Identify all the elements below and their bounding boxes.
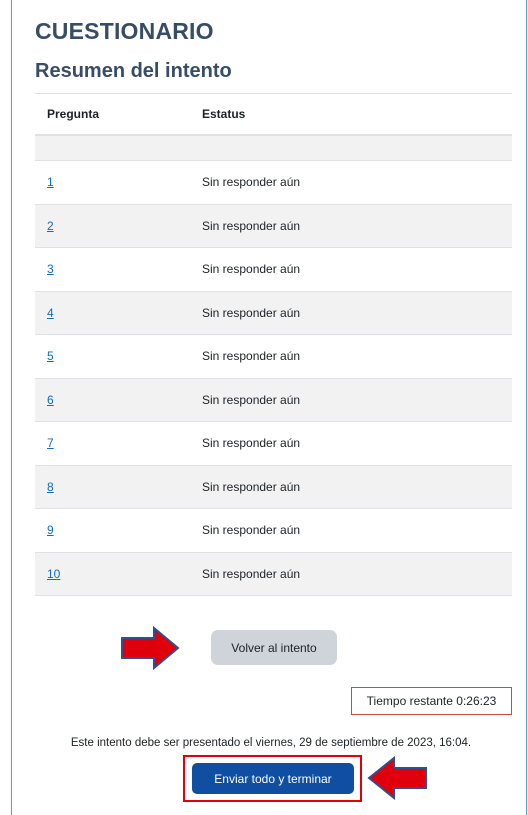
table-row: 8 Sin responder aún — [35, 465, 512, 509]
frame-border-left — [11, 0, 12, 815]
table-row: 10 Sin responder aún — [35, 552, 512, 596]
question-status: Sin responder aún — [202, 175, 301, 190]
table-row: 4 Sin responder aún — [35, 291, 512, 335]
table-row: 7 Sin responder aún — [35, 422, 512, 466]
time-remaining-label: Tiempo restante — [366, 694, 453, 708]
question-link-6[interactable]: 6 — [47, 393, 54, 407]
question-status: Sin responder aún — [202, 305, 301, 320]
deadline-notice: Este intento debe ser presentado el vier… — [70, 737, 472, 749]
question-status: Sin responder aún — [202, 479, 301, 494]
question-link-2[interactable]: 2 — [47, 219, 54, 233]
table-spacer-row — [35, 136, 512, 161]
question-link-10[interactable]: 10 — [47, 567, 60, 581]
question-status: Sin responder aún — [202, 218, 301, 233]
quiz-summary-page: CUESTIONARIO Resumen del intento Pregunt… — [0, 0, 528, 815]
table-row: 5 Sin responder aún — [35, 335, 512, 379]
question-link-3[interactable]: 3 — [47, 262, 54, 276]
return-to-attempt-button[interactable]: Volver al intento — [211, 630, 337, 665]
summary-table: Pregunta Estatus 1 Sin responder aún 2 S… — [35, 94, 512, 596]
question-status: Sin responder aún — [202, 392, 301, 407]
frame-border-right — [526, 0, 527, 815]
question-status: Sin responder aún — [202, 523, 301, 538]
table-row: 6 Sin responder aún — [35, 378, 512, 422]
attempt-summary-heading: Resumen del intento — [35, 60, 232, 82]
question-link-4[interactable]: 4 — [47, 306, 54, 320]
question-link-7[interactable]: 7 — [47, 436, 54, 450]
table-row: 1 Sin responder aún — [35, 161, 512, 205]
table-row: 9 Sin responder aún — [35, 509, 512, 553]
question-status: Sin responder aún — [202, 262, 301, 277]
time-remaining-box: Tiempo restante 0:26:23 — [351, 687, 512, 715]
question-link-1[interactable]: 1 — [47, 175, 54, 189]
question-link-9[interactable]: 9 — [47, 523, 54, 537]
column-header-status: Estatus — [202, 107, 246, 121]
question-link-5[interactable]: 5 — [47, 349, 54, 363]
column-header-question: Pregunta — [47, 107, 100, 121]
arrow-left-icon — [367, 756, 427, 800]
table-header: Pregunta Estatus — [35, 94, 512, 136]
table-row: 3 Sin responder aún — [35, 248, 512, 292]
question-status: Sin responder aún — [202, 436, 301, 451]
time-remaining-value: 0:26:23 — [456, 694, 497, 708]
question-link-8[interactable]: 8 — [47, 480, 54, 494]
table-row: 2 Sin responder aún — [35, 204, 512, 248]
question-status: Sin responder aún — [202, 566, 301, 581]
page-title: CUESTIONARIO — [35, 18, 214, 44]
arrow-right-icon — [121, 626, 180, 670]
question-status: Sin responder aún — [202, 349, 301, 364]
submit-all-and-finish-button[interactable]: Enviar todo y terminar — [192, 763, 354, 794]
